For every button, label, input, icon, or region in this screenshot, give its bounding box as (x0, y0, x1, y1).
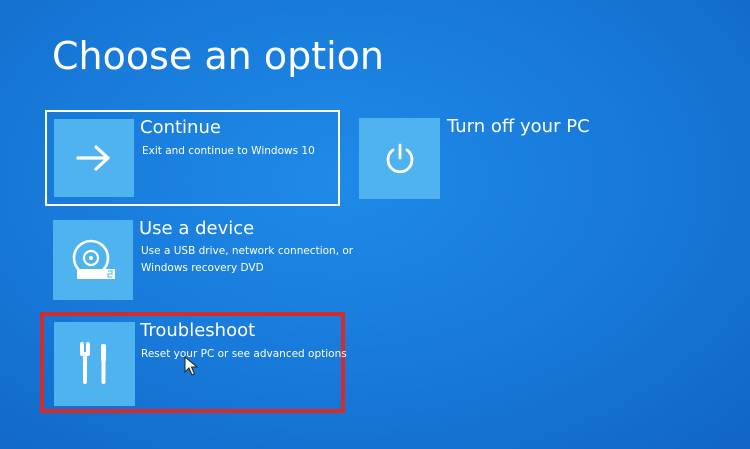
use-device-option[interactable]: Use a device Use a USB drive, network co… (47, 214, 353, 306)
turn-off-option[interactable]: Turn off your PC (355, 112, 595, 204)
continue-option[interactable]: Continue Exit and continue to Windows 10 (45, 110, 340, 206)
troubleshoot-tile (54, 322, 135, 406)
use-device-description-line2: Windows recovery DVD (141, 261, 264, 274)
disc-drive-icon (72, 239, 115, 279)
continue-title: Continue (140, 117, 221, 138)
use-device-tile (53, 220, 133, 300)
use-device-title: Use a device (139, 218, 255, 239)
arrow-right-icon (76, 145, 110, 171)
use-device-description-line1: Use a USB drive, network connection, or (141, 245, 354, 257)
troubleshoot-description: Reset your PC or see advanced options (141, 348, 347, 360)
power-icon (386, 143, 413, 173)
turn-off-title: Turn off your PC (447, 116, 590, 137)
use-device-description: Use a USB drive, network connection, or … (141, 243, 353, 277)
continue-description: Exit and continue to Windows 10 (142, 145, 315, 157)
turn-off-tile (359, 118, 440, 199)
continue-tile (54, 119, 134, 197)
page-title: Choose an option (52, 34, 384, 78)
mouse-cursor-icon (184, 356, 198, 376)
tools-icon (79, 342, 106, 384)
troubleshoot-title: Troubleshoot (140, 320, 256, 341)
